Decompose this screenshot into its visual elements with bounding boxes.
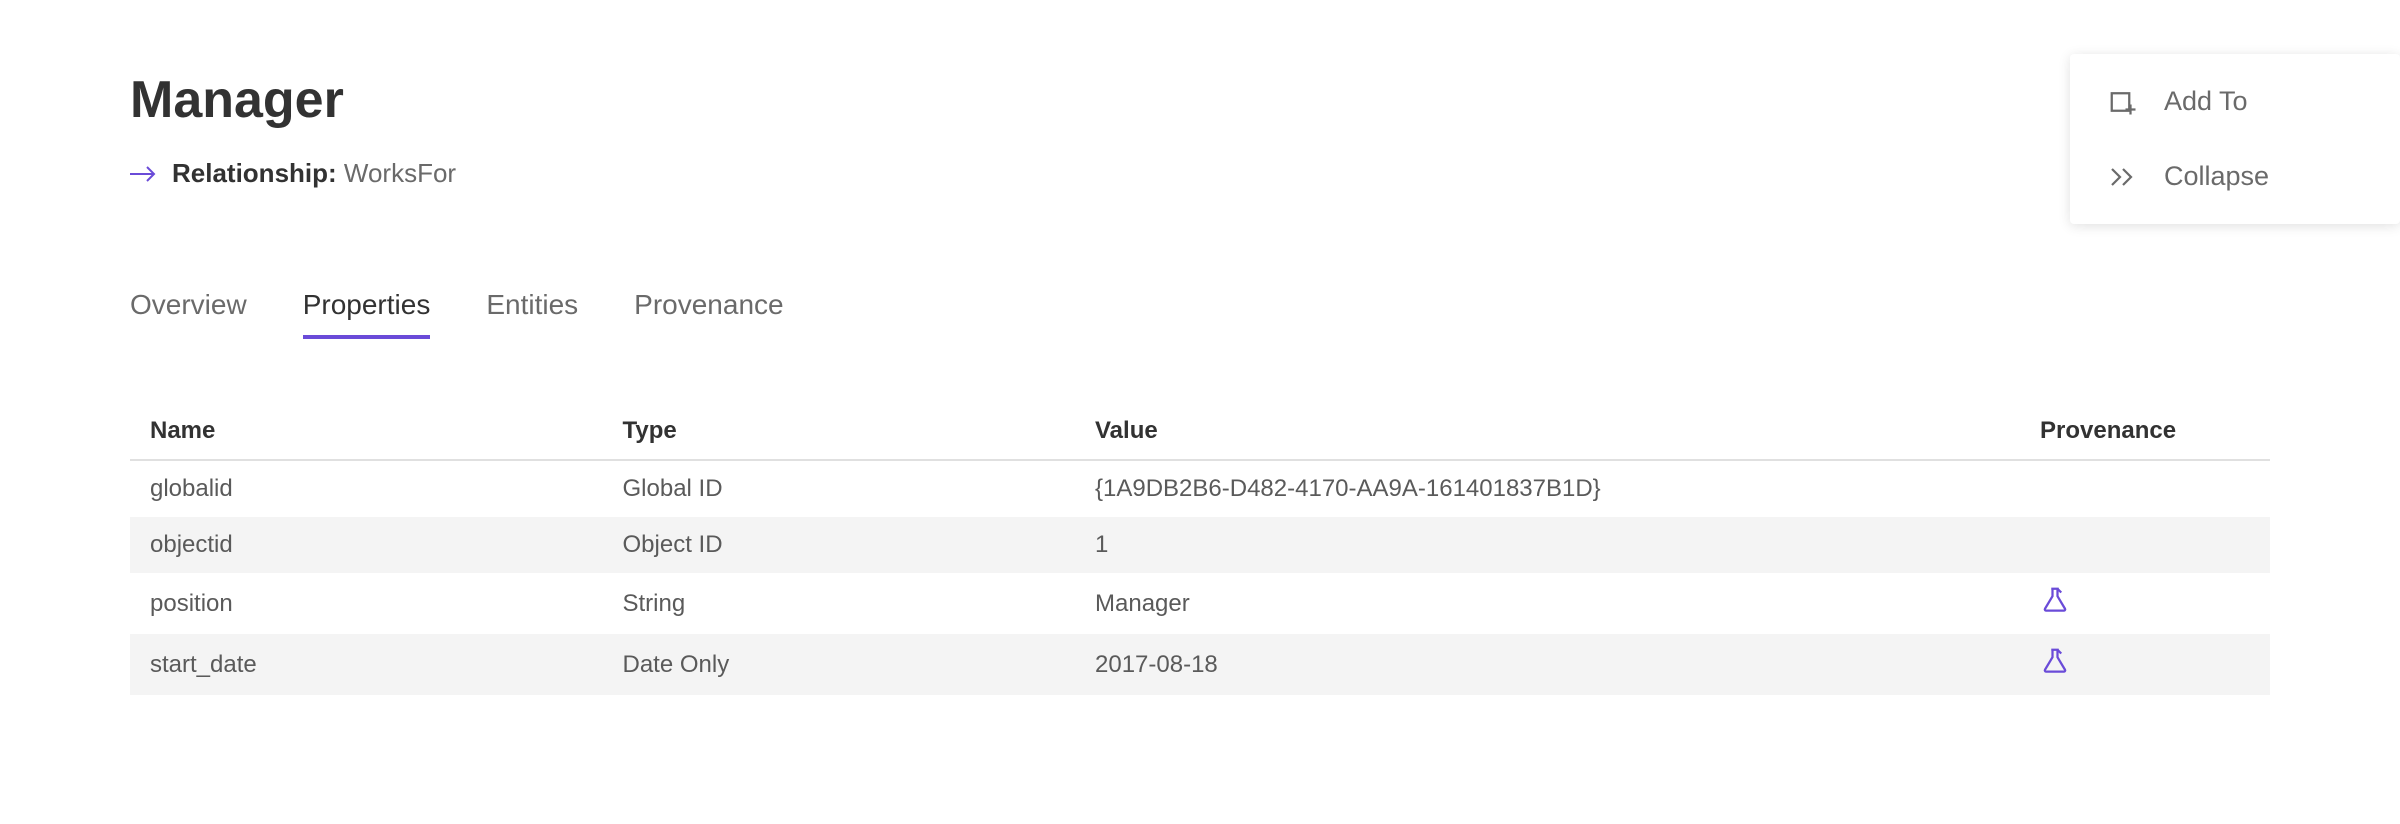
side-actions-panel: Add To Collapse — [2070, 54, 2400, 224]
relationship-value: WorksFor — [344, 158, 456, 188]
cell-type: Global ID — [623, 475, 1096, 503]
add-to-button[interactable]: Add To — [2070, 64, 2400, 139]
provenance-flask-icon — [2040, 585, 2070, 615]
table-header: Name Type Value Provenance — [130, 403, 2270, 461]
relationship-line: Relationship: WorksFor — [130, 158, 2270, 189]
cell-value: Manager — [1095, 590, 2040, 618]
tab-overview[interactable]: Overview — [130, 289, 247, 339]
col-header-type: Type — [623, 417, 1096, 445]
col-header-value: Value — [1095, 417, 2040, 445]
table-row: objectid Object ID 1 — [130, 517, 2270, 573]
table-row: globalid Global ID {1A9DB2B6-D482-4170-A… — [130, 461, 2270, 517]
collapse-icon — [2106, 165, 2140, 189]
cell-type: Object ID — [623, 531, 1096, 559]
cell-type: Date Only — [623, 651, 1096, 679]
relationship-arrow-icon — [130, 164, 158, 184]
cell-type: String — [623, 590, 1096, 618]
cell-value: {1A9DB2B6-D482-4170-AA9A-161401837B1D} — [1095, 475, 2040, 503]
collapse-label: Collapse — [2164, 161, 2269, 192]
add-to-label: Add To — [2164, 86, 2248, 117]
properties-table: Name Type Value Provenance globalid Glob… — [130, 403, 2270, 695]
add-to-icon — [2106, 87, 2140, 117]
relationship-label: Relationship: — [172, 158, 337, 188]
table-row: start_date Date Only 2017-08-18 — [130, 634, 2270, 695]
tab-entities[interactable]: Entities — [486, 289, 578, 339]
col-header-provenance: Provenance — [2040, 417, 2250, 445]
table-row: position String Manager — [130, 573, 2270, 634]
collapse-button[interactable]: Collapse — [2070, 139, 2400, 214]
tab-properties[interactable]: Properties — [303, 289, 431, 339]
tab-provenance[interactable]: Provenance — [634, 289, 783, 339]
cell-name: objectid — [150, 531, 623, 559]
cell-value: 1 — [1095, 531, 2040, 559]
cell-provenance[interactable] — [2040, 646, 2250, 683]
cell-name: position — [150, 590, 623, 618]
cell-value: 2017-08-18 — [1095, 651, 2040, 679]
cell-name: globalid — [150, 475, 623, 503]
page-title: Manager — [130, 70, 2270, 130]
cell-provenance[interactable] — [2040, 585, 2250, 622]
tabs: Overview Properties Entities Provenance — [130, 289, 2270, 339]
cell-name: start_date — [150, 651, 623, 679]
col-header-name: Name — [150, 417, 623, 445]
provenance-flask-icon — [2040, 646, 2070, 676]
